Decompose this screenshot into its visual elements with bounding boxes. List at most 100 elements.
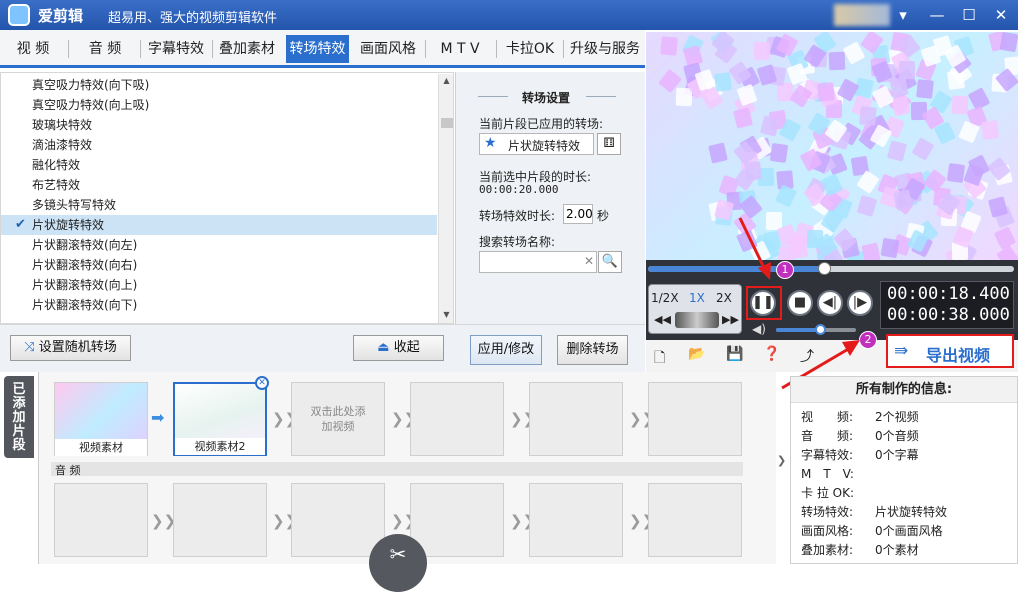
tab-divider [563,40,564,58]
collapse-button[interactable]: ⏏ 收起 [353,335,444,361]
random-transition-button[interactable]: ⤨ 设置随机转场 [10,335,131,361]
delete-transition-button[interactable]: 删除转场 [557,335,628,365]
export-video-label: 导出视频 [926,346,991,365]
audio-track-label: 音 频 [55,464,81,477]
tab-transition-effects[interactable]: 转场特效 [286,35,349,63]
tab-divider [212,40,213,58]
clear-icon[interactable]: ✕ [584,254,594,268]
audio-slot[interactable] [410,483,504,557]
maximize-icon[interactable]: ☐ [956,3,982,27]
scroll-up-icon[interactable]: ▲ [440,76,453,85]
clip-label: 视频素材 [55,439,147,456]
close-icon[interactable]: ✕ [988,3,1014,27]
list-scrollbar[interactable]: ▲ ▼ [438,74,453,323]
list-item[interactable]: 真空吸力特效(向上吸) [1,95,437,115]
preview-tile [999,32,1018,53]
collapse-icon: ⏏ [377,340,390,355]
list-item[interactable]: 片状翻滚特效(向左) [1,235,437,255]
time-display: 00:00:18.400 00:00:38.000 [880,281,1014,329]
info-row: 音 频: 0个音频 [801,427,1011,446]
list-item[interactable]: 片状翻滚特效(向右) [1,255,437,275]
info-key: 画面风格: [801,524,854,538]
list-item-selected[interactable]: ✔ 片状旋转特效 [1,215,437,235]
open-folder-icon[interactable]: 📂 [688,346,705,362]
tab-overlay-assets[interactable]: 叠加素材 [214,35,280,63]
list-item[interactable]: 融化特效 [1,155,437,175]
new-file-icon[interactable]: 🗋 [654,347,665,371]
search-icon[interactable]: 🔍 [598,251,622,273]
clip-label: 视频素材2 [175,438,265,455]
app-slogan: 超易用、强大的视频剪辑软件 [108,11,278,26]
jog-wheel[interactable] [675,312,719,328]
audio-slot[interactable] [54,483,148,557]
remove-clip-icon[interactable]: ✕ [255,376,269,390]
effect-duration-input[interactable] [563,204,593,224]
speed-half[interactable]: 1/2X [651,291,679,305]
current-time: 00:00:18.400 [887,284,1010,304]
tab-divider [68,40,69,58]
tab-picture-style[interactable]: 画面风格 [355,35,421,63]
applied-transition-field[interactable]: ★ 片状旋转特效 [479,133,594,155]
tab-divider [496,40,497,58]
audio-track-header: 音 频 [51,462,743,477]
list-item-label: 融化特效 [32,158,81,172]
tab-subtitle-effects[interactable]: 字幕特效 [142,35,210,63]
preview-tile [916,79,935,99]
list-item[interactable]: 真空吸力特效(向下吸) [1,75,437,95]
main-tabs: 视 频 音 频 字幕特效 叠加素材 转场特效 画面风格 M T V 卡拉OK 升… [0,30,645,68]
search-transition-input[interactable]: ✕ [479,251,597,273]
list-item[interactable]: 片状翻滚特效(向上) [1,275,437,295]
transition-arrow-icon[interactable]: ➡ [151,408,164,427]
tab-upgrade-service[interactable]: 升级与服务 [566,35,644,63]
clip-thumbnail[interactable]: 视频素材 [54,382,148,456]
audio-slot[interactable] [291,483,385,557]
preview-tile [993,225,1016,250]
expand-panel-icon[interactable]: ❯ [777,454,787,467]
list-item-label: 片状翻滚特效(向下) [32,298,138,312]
tab-video[interactable]: 视 频 [4,35,62,63]
info-row: 视 频: 2个视频 [801,408,1011,427]
info-key: 视 频: [801,410,854,424]
info-value: 2个视频 [875,410,919,424]
tab-karaoke[interactable]: 卡拉OK [500,35,560,63]
empty-clip-slot[interactable] [529,382,623,456]
list-item[interactable]: 布艺特效 [1,175,437,195]
preview-tile [743,161,762,182]
preview-tile [881,237,900,258]
speed-normal[interactable]: 1X [689,291,705,305]
search-transition-label: 搜索转场名称: [479,235,556,249]
tab-audio[interactable]: 音 频 [74,35,136,63]
random-dice-icon[interactable]: ⚅ [597,133,621,155]
user-avatar[interactable] [834,4,890,26]
list-item-label: 滴油漆特效 [32,138,93,152]
clip-thumbnail-selected[interactable]: 视频素材2 ✕ [173,376,269,456]
export-video-button[interactable]: ⇛ 导出视频 [886,334,1014,368]
preview-tile [660,36,678,56]
divider [478,96,508,97]
empty-clip-slot[interactable]: 双击此处添加视频 [291,382,385,456]
dropdown-icon[interactable]: ▾ [890,3,916,27]
empty-clip-slot[interactable] [648,382,742,456]
audio-slot[interactable] [173,483,267,557]
preview-tile [816,81,835,102]
added-clips-label: 已添加片段 [12,382,26,453]
audio-slot[interactable] [529,483,623,557]
empty-clip-slot[interactable] [410,382,504,456]
list-item[interactable]: 滴油漆特效 [1,135,437,155]
minimize-icon[interactable]: — [924,3,950,27]
apply-modify-button[interactable]: 应用/修改 [470,335,542,365]
tab-mtv[interactable]: M T V [429,35,491,63]
audio-slot[interactable] [648,483,742,557]
list-item[interactable]: 片状翻滚特效(向下) [1,295,437,315]
list-item[interactable]: 多镜头特写特效 [1,195,437,215]
scroll-thumb[interactable] [441,118,453,128]
applied-transition-value: 片状旋转特效 [508,139,581,153]
production-info-panel: 所有制作的信息: 视 频: 2个视频 音 频: 0个音频 字幕特效: 0个字幕 M T… [790,376,1018,564]
scissors-icon[interactable]: ✂ [369,534,427,592]
preview-tile [754,42,771,61]
scroll-down-icon[interactable]: ▼ [440,310,453,319]
rewind-icon[interactable]: ◀◀ [654,313,671,326]
list-item[interactable]: 玻璃块特效 [1,115,437,135]
added-clips-tab[interactable]: 已添加片段 [4,376,34,458]
transition-effect-list: 真空吸力特效(向下吸) 真空吸力特效(向上吸) 玻璃块特效 滴油漆特效 融化特效… [0,72,454,324]
